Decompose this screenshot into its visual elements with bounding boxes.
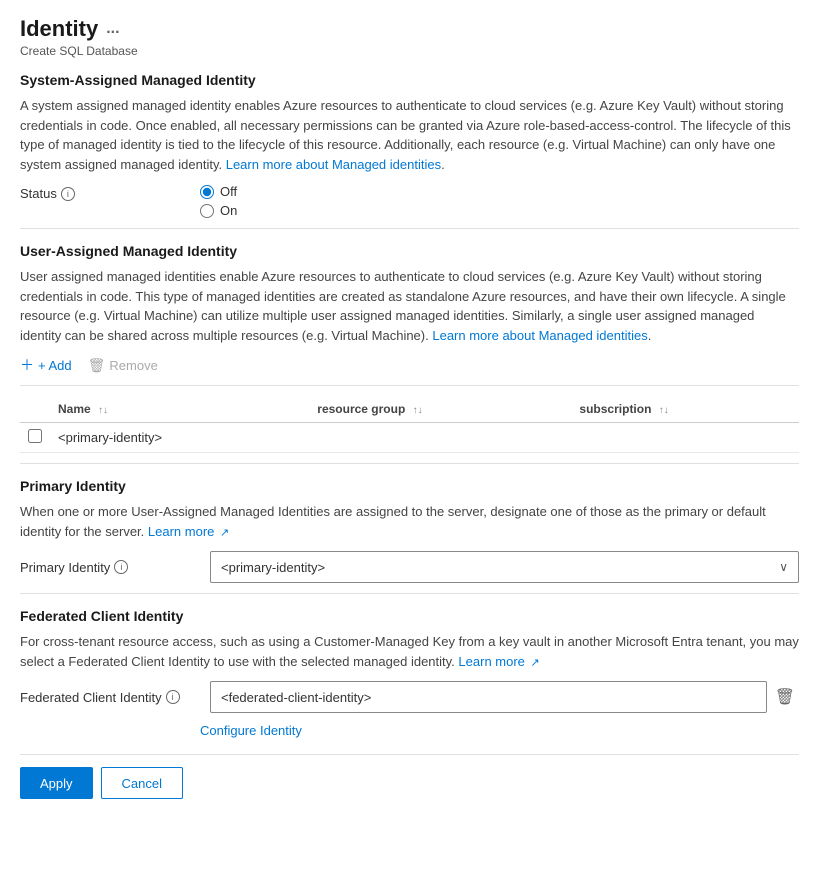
radio-off-input[interactable]	[200, 185, 214, 199]
federated-client-input-group: 🗑	[210, 681, 799, 713]
cancel-button[interactable]: Cancel	[101, 767, 183, 799]
user-assigned-table: Name ↑↓ resource group ↑↓ subscription ↑…	[20, 396, 799, 453]
user-assigned-description: User assigned managed identities enable …	[20, 267, 799, 345]
add-label: + Add	[38, 358, 72, 373]
th-name[interactable]: Name ↑↓	[50, 396, 309, 423]
th-resource-group[interactable]: resource group ↑↓	[309, 396, 571, 423]
external-link-icon-1: ↗	[220, 525, 229, 542]
remove-button[interactable]: 🗑 Remove	[88, 357, 158, 374]
primary-identity-learn-more-link[interactable]: Learn more ↗	[148, 524, 229, 539]
action-row: Apply Cancel	[20, 767, 799, 799]
federated-client-info-icon[interactable]: i	[166, 690, 180, 704]
sort-name-icon: ↑↓	[98, 405, 108, 416]
remove-label: Remove	[109, 358, 157, 373]
federated-client-input[interactable]	[210, 681, 767, 713]
chevron-down-icon: ∨	[779, 560, 788, 574]
primary-identity-info-icon[interactable]: i	[114, 560, 128, 574]
federated-client-learn-more-link[interactable]: Learn more ↗	[458, 654, 539, 669]
apply-button[interactable]: Apply	[20, 767, 93, 799]
bottom-divider	[20, 754, 799, 755]
primary-identity-description: When one or more User-Assigned Managed I…	[20, 502, 799, 541]
radio-on-label: On	[220, 203, 237, 218]
sort-sub-icon: ↑↓	[659, 405, 669, 416]
title-text: Identity	[20, 16, 98, 42]
sort-rg-icon: ↑↓	[413, 405, 423, 416]
th-subscription[interactable]: subscription ↑↓	[571, 396, 799, 423]
radio-on-option[interactable]: On	[200, 203, 237, 218]
external-link-icon-2: ↗	[531, 655, 540, 672]
system-assigned-description: A system assigned managed identity enabl…	[20, 96, 799, 174]
status-info-icon[interactable]: i	[61, 187, 75, 201]
radio-on-input[interactable]	[200, 204, 214, 218]
th-checkbox	[20, 396, 50, 423]
ellipsis-menu[interactable]: ...	[106, 20, 119, 38]
divider-4	[20, 593, 799, 594]
divider-2	[20, 385, 799, 386]
user-assigned-learn-more-link[interactable]: Learn more about Managed identities	[432, 328, 647, 343]
row-resource-group	[309, 423, 571, 453]
table-row: <primary-identity>	[20, 423, 799, 453]
system-assigned-learn-more-link[interactable]: Learn more about Managed identities	[226, 157, 441, 172]
divider-3	[20, 463, 799, 464]
row-checkbox-cell[interactable]	[20, 423, 50, 453]
divider-1	[20, 228, 799, 229]
status-label: Status i	[20, 184, 200, 201]
federated-client-description: For cross-tenant resource access, such a…	[20, 632, 799, 671]
row-name: <primary-identity>	[50, 423, 309, 453]
primary-identity-row: Primary Identity i <primary-identity> ∨	[20, 551, 799, 583]
system-assigned-title: System-Assigned Managed Identity	[20, 72, 799, 88]
radio-off-option[interactable]: Off	[200, 184, 237, 199]
federated-client-delete-button[interactable]: 🗑	[771, 687, 799, 707]
row-checkbox[interactable]	[28, 429, 42, 443]
trash-icon: 🗑	[88, 357, 106, 374]
primary-identity-dropdown[interactable]: <primary-identity> ∨	[210, 551, 799, 583]
table-header-row: Name ↑↓ resource group ↑↓ subscription ↑…	[20, 396, 799, 423]
user-assigned-toolbar: ＋ + Add 🗑 Remove	[20, 355, 799, 375]
subtitle: Create SQL Database	[20, 44, 799, 58]
radio-off-label: Off	[220, 184, 237, 199]
row-subscription	[571, 423, 799, 453]
add-button[interactable]: ＋ + Add	[20, 355, 72, 375]
primary-identity-dropdown-value: <primary-identity>	[221, 560, 325, 575]
federated-client-title: Federated Client Identity	[20, 608, 799, 624]
federated-client-row: Federated Client Identity i 🗑	[20, 681, 799, 713]
federated-client-label: Federated Client Identity i	[20, 690, 200, 705]
primary-identity-label: Primary Identity i	[20, 560, 200, 575]
add-icon: ＋	[20, 355, 34, 375]
status-radio-group: Off On	[200, 184, 237, 218]
primary-identity-title: Primary Identity	[20, 478, 799, 494]
configure-identity-link[interactable]: Configure Identity	[200, 723, 799, 738]
user-assigned-title: User-Assigned Managed Identity	[20, 243, 799, 259]
page-title: Identity ...	[20, 16, 799, 42]
